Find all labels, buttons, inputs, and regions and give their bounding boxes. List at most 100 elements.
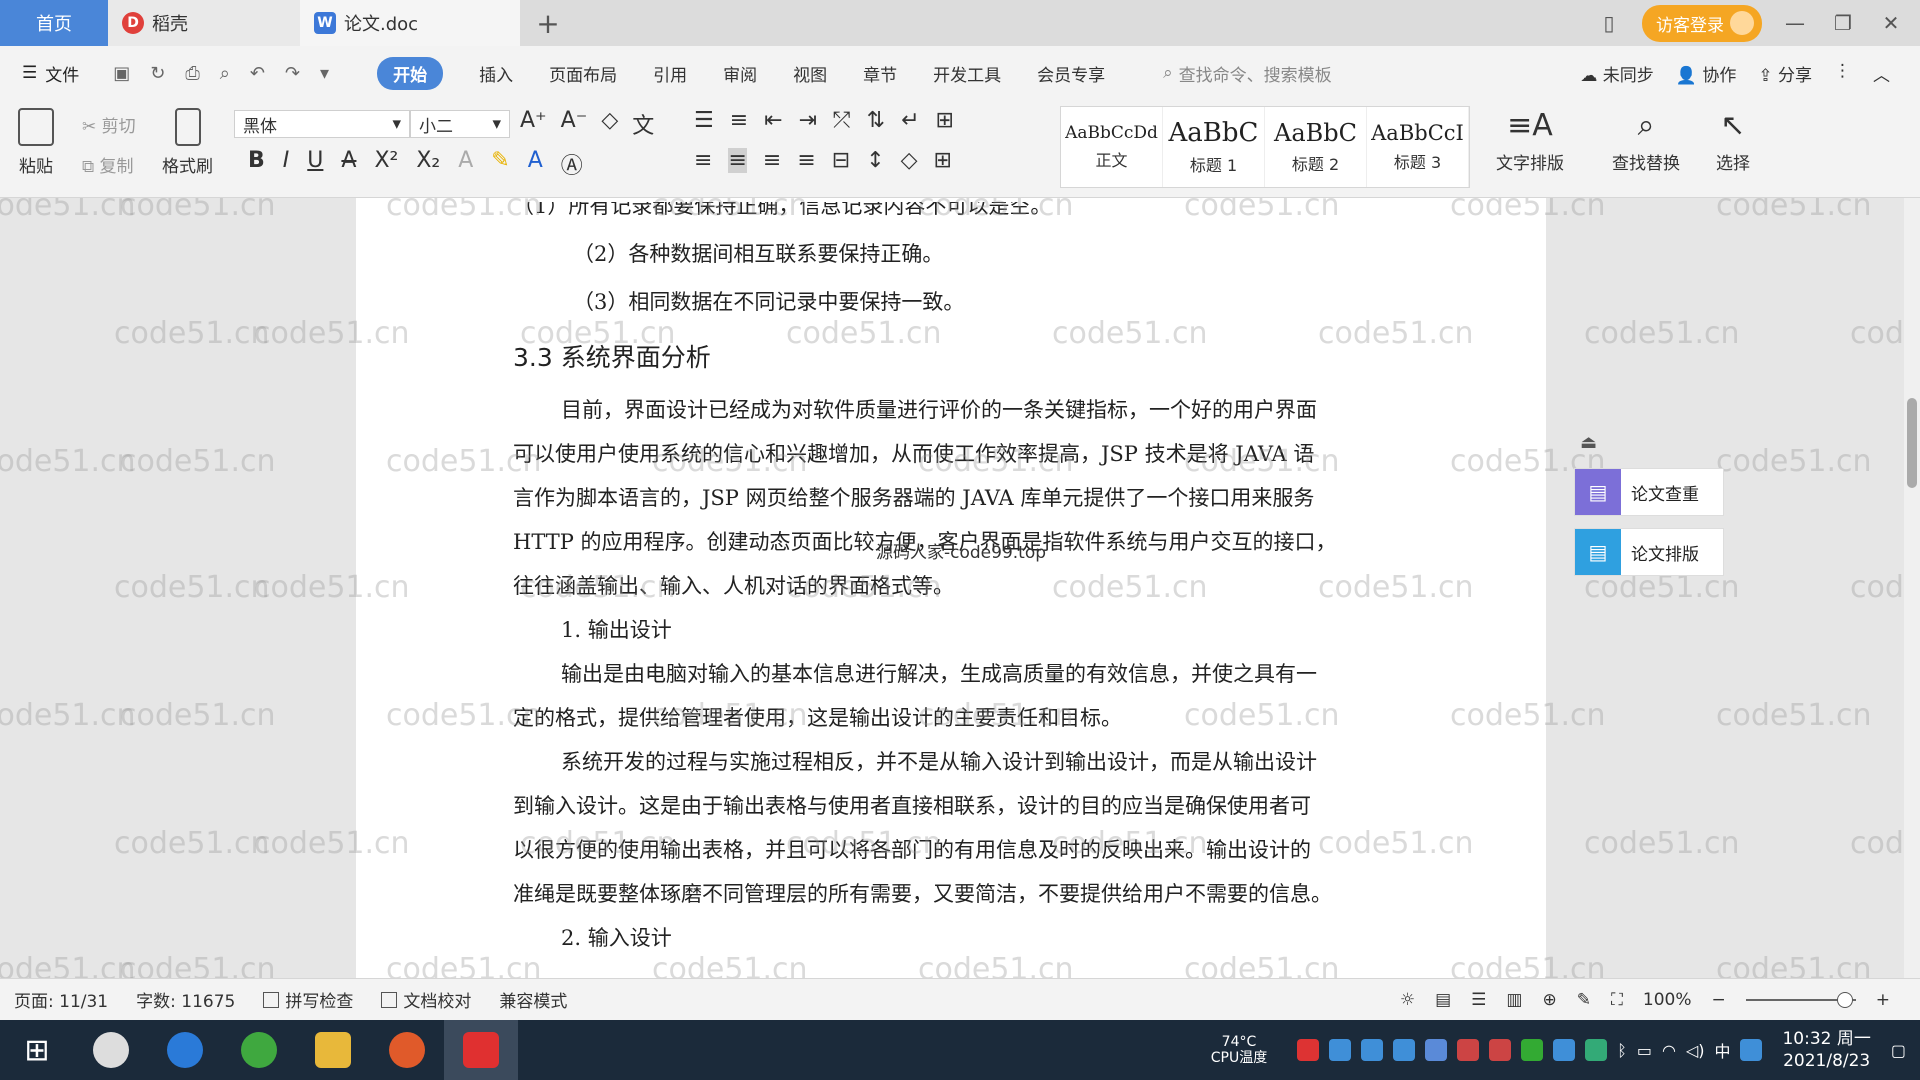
table-borders-icon[interactable]: ⊞ [936, 108, 954, 133]
font-color-icon[interactable]: A [528, 148, 543, 180]
minimize-icon[interactable]: — [1780, 11, 1810, 35]
paper-check-button[interactable]: ▤ 论文查重 [1574, 468, 1724, 516]
font-name-select[interactable]: 黑体 ▾ [234, 110, 410, 138]
justify-icon[interactable]: ≡ [797, 148, 815, 173]
text-layout-button[interactable]: ≡A 文字排版 [1496, 108, 1564, 174]
reading-view-icon[interactable]: ▥ [1506, 990, 1522, 1010]
document-page[interactable]: （1）所有记录都要保持正确，信息记录内容不可以是空。 （2）各种数据间相互联系要保… [356, 198, 1546, 978]
collab-button[interactable]: 👤 协作 [1676, 61, 1737, 86]
bluetooth-icon[interactable]: ᛒ [1617, 1041, 1627, 1060]
layout-icon[interactable]: ▯ [1594, 11, 1624, 35]
font-size-select[interactable]: 小二 ▾ [410, 110, 510, 138]
new-tab-button[interactable]: + [520, 0, 576, 46]
copy-button[interactable]: ⧉ 复制 [82, 152, 134, 177]
zoom-in-icon[interactable]: + [1876, 990, 1890, 1010]
align-center-icon[interactable]: ≡ [728, 148, 747, 173]
vertical-scrollbar[interactable] [1904, 198, 1920, 978]
zoom-out-icon[interactable]: − [1712, 990, 1726, 1010]
file-menu[interactable]: ☰ 文件 [22, 61, 79, 86]
italic-icon[interactable]: I [283, 148, 290, 180]
decrease-indent-icon[interactable]: ⇤ [764, 108, 782, 133]
subscript-icon[interactable]: X₂ [416, 148, 440, 180]
start-button[interactable]: ⊞ [0, 1020, 74, 1080]
menu-developer[interactable]: 开发工具 [933, 61, 1001, 86]
command-search[interactable]: ⌕ 查找命令、搜索模板 [1163, 61, 1332, 86]
print-icon[interactable]: ⎙ [185, 63, 199, 84]
word-count[interactable]: 字数: 11675 [136, 987, 235, 1012]
shading-icon[interactable]: ◇ [901, 148, 918, 173]
sort-icon[interactable]: ⇅ [867, 108, 885, 133]
fit-page-icon[interactable]: ⛶ [1611, 990, 1623, 1010]
tab-home[interactable]: 首页 [0, 0, 108, 46]
strikethrough-icon[interactable]: A [341, 148, 356, 180]
volume-icon[interactable]: ◁) [1686, 1041, 1705, 1060]
paste-button[interactable]: 粘贴 [18, 108, 54, 177]
taskbar-clock[interactable]: 10:32 周一 2021/8/23 [1782, 1028, 1870, 1072]
cpu-temp-widget[interactable]: 74°C CPU温度 [1211, 1034, 1267, 1066]
shield-icon[interactable] [1425, 1039, 1448, 1061]
tray-app-icon[interactable] [1457, 1039, 1480, 1061]
menu-references[interactable]: 引用 [653, 61, 687, 86]
export-icon[interactable]: ↻ [150, 63, 165, 84]
share-button[interactable]: ⇪ 分享 [1758, 61, 1812, 86]
text-effect-icon[interactable]: A [458, 148, 473, 180]
tray-app-icon[interactable] [1489, 1039, 1512, 1061]
close-icon[interactable]: ✕ [1876, 11, 1906, 35]
clear-format-icon[interactable]: ◇ [601, 108, 618, 140]
collapse-ribbon-icon[interactable]: ︿ [1873, 61, 1890, 86]
distribute-icon[interactable]: ⊟ [832, 148, 850, 173]
restore-icon[interactable]: ❐ [1828, 11, 1858, 35]
underline-icon[interactable]: U [307, 148, 323, 180]
tray-app-icon[interactable] [1297, 1039, 1320, 1061]
save-icon[interactable]: ▣ [113, 63, 130, 84]
tray-app-icon[interactable] [1329, 1039, 1352, 1061]
numbered-list-icon[interactable]: ≡ [730, 108, 748, 133]
taskbar-ie[interactable] [148, 1020, 222, 1080]
align-right-icon[interactable]: ≡ [763, 148, 781, 173]
show-marks-icon[interactable]: ↵ [901, 108, 919, 133]
char-border-icon[interactable]: Ⓐ [561, 148, 583, 180]
edit-icon[interactable]: ✎ [1577, 990, 1591, 1010]
ime-indicator[interactable]: 中 [1714, 1038, 1730, 1062]
menu-member[interactable]: 会员专享 [1037, 61, 1105, 86]
grow-font-icon[interactable]: A⁺ [520, 108, 547, 140]
eye-protection-icon[interactable]: ☼ [1400, 990, 1415, 1010]
format-painter-button[interactable]: 格式刷 [162, 108, 213, 177]
more-dropdown-icon[interactable]: ▾ [320, 63, 329, 84]
tray-app-icon[interactable] [1521, 1039, 1544, 1061]
find-replace-button[interactable]: ⌕ 查找替换 [1612, 108, 1680, 174]
cut-button[interactable]: ✂ 剪切 [82, 112, 136, 137]
style-heading-1[interactable]: AaBbC 标题 1 [1163, 107, 1265, 187]
select-button[interactable]: ↖ 选择 [1716, 108, 1750, 174]
menu-home[interactable]: 开始 [377, 56, 444, 90]
taskbar-app-1[interactable] [74, 1020, 148, 1080]
tab-document[interactable]: W 论文.doc [300, 0, 520, 46]
align-left-icon[interactable]: ≡ [694, 148, 712, 173]
tab-daoke[interactable]: D 稻壳 [108, 0, 300, 46]
proofread-toggle[interactable]: 文档校对 [381, 987, 471, 1012]
page-view-icon[interactable]: ▤ [1435, 990, 1451, 1010]
spell-check-toggle[interactable]: 拼写检查 [263, 987, 353, 1012]
tray-app-icon[interactable] [1585, 1039, 1608, 1061]
menu-page-layout[interactable]: 页面布局 [549, 61, 617, 86]
chinese-layout-icon[interactable]: ⤱ [833, 108, 851, 133]
style-heading-2[interactable]: AaBbC 标题 2 [1265, 107, 1367, 187]
print-preview-icon[interactable]: ⌕ [220, 63, 230, 84]
sync-button[interactable]: ☁ 未同步 [1580, 61, 1653, 86]
notification-icon[interactable]: ▢ [1891, 1041, 1906, 1060]
ime-app-icon[interactable] [1740, 1039, 1763, 1061]
outline-view-icon[interactable]: ☰ [1471, 990, 1486, 1010]
tray-app-icon[interactable] [1361, 1039, 1384, 1061]
menu-review[interactable]: 审阅 [723, 61, 757, 86]
border-icon[interactable]: ⊞ [934, 148, 952, 173]
taskbar-wps[interactable] [444, 1020, 518, 1080]
bold-icon[interactable]: B [248, 148, 265, 180]
taskbar-app-5[interactable] [370, 1020, 444, 1080]
taskbar-browser[interactable] [222, 1020, 296, 1080]
taskbar-explorer[interactable] [296, 1020, 370, 1080]
highlight-icon[interactable]: ✎ [491, 148, 509, 180]
bullet-list-icon[interactable]: ☰ [694, 108, 714, 133]
line-spacing-icon[interactable]: ↕ [866, 148, 884, 173]
web-view-icon[interactable]: ⊕ [1542, 990, 1556, 1010]
menu-chapter[interactable]: 章节 [863, 61, 897, 86]
